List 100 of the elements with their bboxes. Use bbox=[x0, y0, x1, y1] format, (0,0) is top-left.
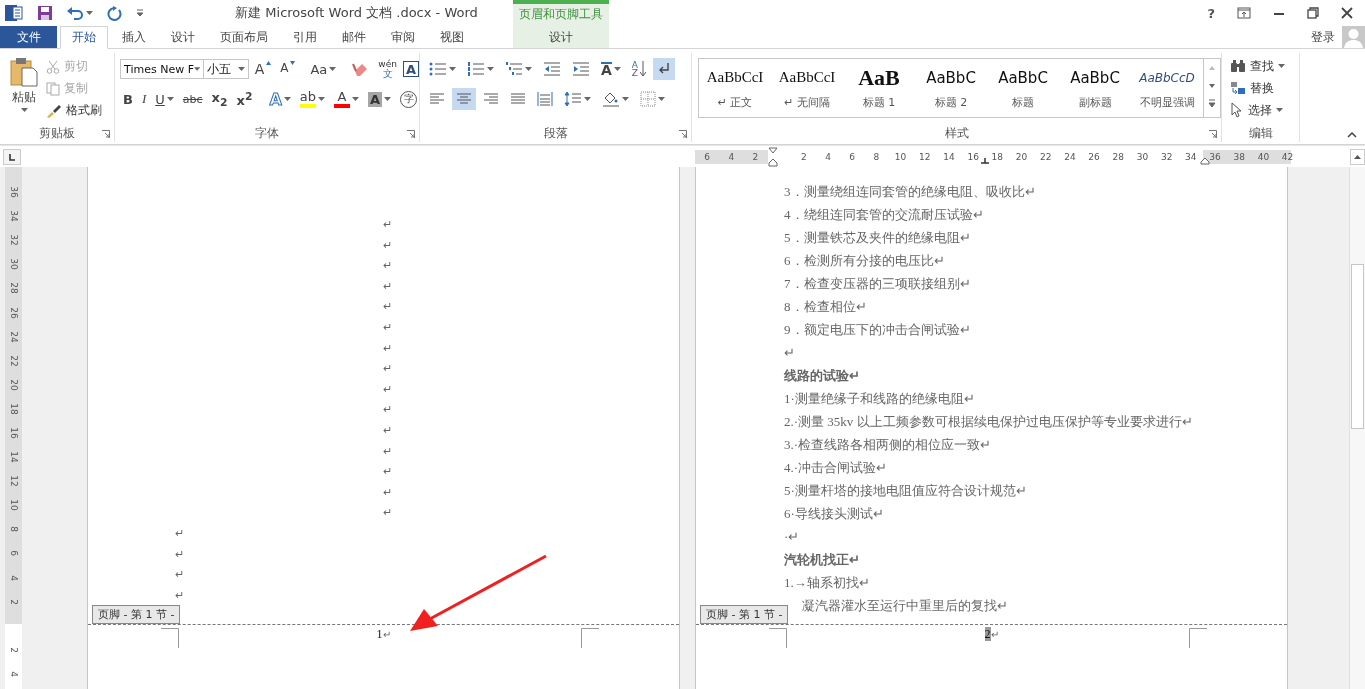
binoculars-icon bbox=[1230, 59, 1246, 73]
tab-stop-icon[interactable] bbox=[981, 157, 989, 164]
caret-icon bbox=[283, 97, 291, 101]
ribbon-tab[interactable]: 设计 bbox=[513, 26, 609, 48]
ribbon-tab[interactable]: 视图 bbox=[429, 26, 475, 48]
ribbon-tab[interactable]: 开始 bbox=[60, 26, 108, 49]
text-line: 2.·测量 35kv 以上工频参数可根据续电保护过电压保护等专业要求进行↵ bbox=[784, 414, 1193, 429]
italic-button[interactable]: I bbox=[138, 88, 150, 110]
ruler-number: 28 bbox=[8, 282, 19, 295]
close-icon[interactable] bbox=[1341, 7, 1353, 19]
up-caret-icon bbox=[266, 61, 272, 65]
style-item[interactable]: AaBbC 标题 bbox=[987, 59, 1059, 117]
text-line: 8．检查相位↵ bbox=[784, 299, 867, 314]
right-indent-marker-icon[interactable] bbox=[1200, 156, 1210, 165]
ribbon-tab[interactable]: 插入 bbox=[111, 26, 157, 48]
bold-button[interactable]: B bbox=[120, 88, 136, 110]
dialog-launcher-icon[interactable] bbox=[679, 130, 687, 138]
subscript-button[interactable]: x$_{2}$ bbox=[208, 88, 231, 110]
help-button[interactable]: ? bbox=[1207, 5, 1215, 21]
restore-icon[interactable] bbox=[1307, 7, 1319, 19]
ruler-number: 18 bbox=[991, 151, 1004, 162]
text-line: 6．检测所有分接的电压比↵ bbox=[784, 253, 945, 268]
strike-button[interactable]: abc bbox=[179, 88, 206, 110]
text-line: ↵ bbox=[784, 345, 795, 360]
customize-toolbar-icon[interactable] bbox=[136, 9, 144, 17]
paragraph-mark: ↵ bbox=[383, 465, 392, 478]
style-item[interactable]: AaBbCcI ↵ 无间隔 bbox=[771, 59, 843, 117]
find-button[interactable]: 查找 bbox=[1230, 56, 1299, 76]
character-border-button[interactable]: A bbox=[402, 61, 419, 77]
caret-icon bbox=[20, 108, 28, 112]
corner-mark bbox=[161, 628, 179, 648]
ruler-number: 2 bbox=[8, 646, 19, 653]
increase-indent-icon bbox=[572, 61, 590, 77]
ribbon-tab[interactable]: 文件 bbox=[0, 26, 57, 48]
footer-label: 页脚 - 第 1 节 - bbox=[92, 605, 181, 624]
asian-layout-button[interactable]: A bbox=[597, 58, 625, 80]
caret-icon bbox=[193, 67, 201, 71]
dialog-launcher-icon[interactable] bbox=[1209, 130, 1217, 138]
ribbon-tab[interactable]: 邮件 bbox=[331, 26, 377, 48]
ribbon-tab[interactable]: 审阅 bbox=[380, 26, 426, 48]
style-item[interactable]: AaBbCcI ↵ 正文 bbox=[699, 59, 771, 117]
ribbon-tab[interactable]: 设计 bbox=[160, 26, 206, 48]
shrink-font-button[interactable]: A bbox=[277, 58, 299, 80]
font-size-field[interactable]: 小五 bbox=[203, 59, 249, 79]
paragraph-mark: ↵ bbox=[383, 300, 392, 313]
undo-icon[interactable] bbox=[67, 6, 83, 20]
align-left-icon bbox=[429, 92, 445, 106]
dialog-launcher-icon[interactable] bbox=[407, 130, 415, 138]
save-icon[interactable] bbox=[37, 5, 53, 21]
distributed-align-icon bbox=[537, 91, 553, 107]
ruler-number: 12 bbox=[8, 475, 19, 487]
select-button[interactable]: 选择 bbox=[1230, 100, 1299, 120]
sign-in-link[interactable]: 登录 bbox=[1304, 26, 1342, 48]
color-button[interactable]: A bbox=[331, 88, 363, 110]
grow-font-button[interactable]: A bbox=[251, 58, 275, 80]
ribbon-display-options-icon[interactable] bbox=[1237, 7, 1251, 19]
caret-icon bbox=[166, 97, 174, 101]
style-item[interactable]: AaBbCcD 不明显强调 bbox=[1131, 59, 1203, 117]
underline-button[interactable]: U bbox=[152, 88, 177, 110]
change-case-button[interactable]: Aa bbox=[307, 58, 340, 80]
format-painter-button[interactable]: 格式刷 bbox=[46, 101, 102, 120]
indent-marker-icon[interactable] bbox=[767, 146, 778, 167]
paragraph-mark: ↵ bbox=[383, 279, 392, 292]
font-name-field[interactable]: Times New F bbox=[120, 59, 205, 79]
shading-button[interactable]: A bbox=[365, 88, 395, 110]
text-line: 凝汽器灌水至运行中重里后的复找↵ bbox=[802, 598, 1008, 613]
ribbon-tab[interactable]: 页面布局 bbox=[209, 26, 279, 48]
style-item[interactable]: AaB 标题 1 bbox=[843, 59, 915, 117]
redo-icon[interactable] bbox=[107, 5, 122, 21]
scrollbar-thumb[interactable] bbox=[1351, 264, 1364, 429]
text-line: 3.·检查线路各相两侧的相位应一致↵ bbox=[784, 437, 992, 452]
style-item[interactable]: AaBbC 副标题 bbox=[1059, 59, 1131, 117]
collapse-ribbon-icon[interactable] bbox=[1347, 132, 1357, 138]
ruler-number: 20 bbox=[8, 379, 19, 391]
ruler-number: 4 bbox=[825, 151, 831, 162]
highlight-button[interactable]: ab bbox=[296, 88, 329, 110]
phonetic-guide-button[interactable]: wén 文 bbox=[375, 58, 400, 80]
page-number[interactable]: 2↵ bbox=[984, 625, 999, 643]
scroll-up-icon[interactable] bbox=[1350, 148, 1365, 165]
replace-button[interactable]: 替换 bbox=[1230, 78, 1299, 98]
superscript-button[interactable]: x$^{2}$ bbox=[233, 88, 256, 110]
vertical-scrollbar[interactable] bbox=[1349, 167, 1365, 689]
effects-button[interactable]: A bbox=[266, 88, 294, 110]
paragraph-mark: ↵ bbox=[383, 506, 392, 519]
corner-mark bbox=[1189, 628, 1207, 648]
dialog-launcher-icon[interactable] bbox=[102, 130, 110, 138]
style-item[interactable]: AaBbC 标题 2 bbox=[915, 59, 987, 117]
ruler-number: 6 bbox=[8, 550, 19, 557]
ribbon-tab[interactable]: 引用 bbox=[282, 26, 328, 48]
ruler-number: 4 bbox=[728, 151, 735, 162]
text-line: ·↵ bbox=[784, 529, 800, 544]
ruler-number: 24 bbox=[8, 330, 19, 343]
paste-button[interactable]: 粘贴 bbox=[8, 57, 40, 124]
paragraph-mark: ↵ bbox=[383, 444, 392, 457]
sort-button[interactable]: A Z bbox=[627, 58, 650, 80]
ruler-number: 16 bbox=[8, 427, 19, 439]
page-number[interactable]: 1↵ bbox=[376, 625, 391, 643]
align-right-icon bbox=[483, 92, 499, 106]
show-marks-button[interactable] bbox=[653, 58, 675, 80]
tab-selector-icon[interactable] bbox=[3, 148, 21, 165]
